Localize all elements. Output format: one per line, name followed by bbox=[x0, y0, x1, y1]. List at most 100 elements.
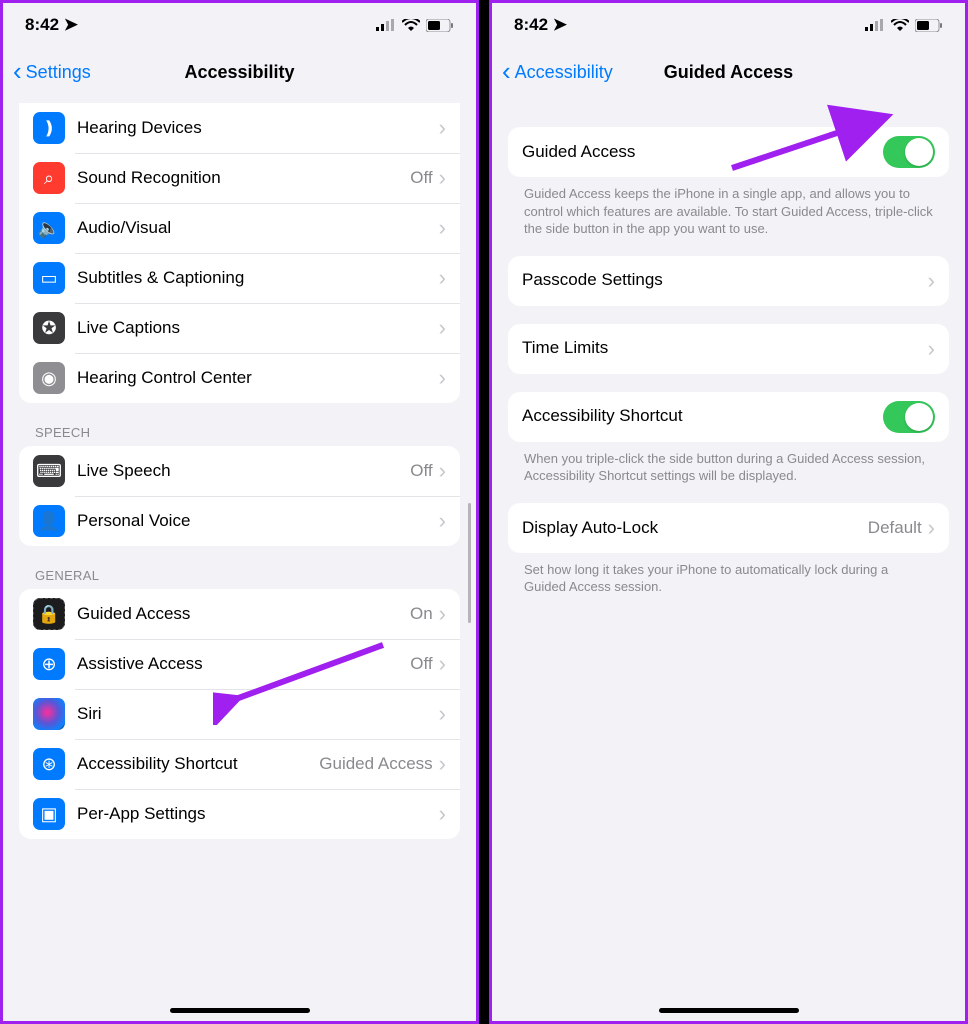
wifi-icon bbox=[891, 19, 909, 31]
row-assistive-access[interactable]: ⊕ Assistive Access Off › bbox=[19, 639, 460, 689]
row-label: Display Auto-Lock bbox=[522, 518, 868, 538]
row-value: Off bbox=[410, 461, 432, 481]
row-label: Accessibility Shortcut bbox=[522, 406, 883, 426]
status-icons bbox=[865, 19, 943, 32]
row-value: On bbox=[410, 604, 433, 624]
status-time: 8:42 ➤ bbox=[514, 15, 567, 35]
chevron-right-icon: › bbox=[439, 215, 446, 241]
page-title: Accessibility bbox=[184, 62, 294, 83]
waveform-search-icon: ⌕ bbox=[33, 162, 65, 194]
row-label: Hearing Devices bbox=[77, 118, 439, 138]
row-live-speech[interactable]: ⌨ Live Speech Off › bbox=[19, 446, 460, 496]
group-general: 🔒 Guided Access On › ⊕ Assistive Access … bbox=[19, 589, 460, 839]
right-phone: 8:42 ➤ ‹ Accessibility Guided Access Gui… bbox=[489, 0, 968, 1024]
nav-bar: ‹ Settings Accessibility bbox=[3, 47, 476, 97]
status-time: 8:42 ➤ bbox=[25, 15, 78, 35]
row-label: Guided Access bbox=[522, 142, 883, 162]
row-live-captions[interactable]: ✪ Live Captions › bbox=[19, 303, 460, 353]
row-personal-voice[interactable]: 👤 Personal Voice › bbox=[19, 496, 460, 546]
chevron-right-icon: › bbox=[439, 165, 446, 191]
live-caption-icon: ✪ bbox=[33, 312, 65, 344]
row-value: Off bbox=[410, 168, 432, 188]
row-accessibility-shortcut[interactable]: ⊛ Accessibility Shortcut Guided Access › bbox=[19, 739, 460, 789]
row-guided-access[interactable]: 🔒 Guided Access On › bbox=[19, 589, 460, 639]
section-header-speech: Speech bbox=[35, 425, 444, 440]
left-phone: 8:42 ➤ ‹ Settings Accessibility ❫ Hearin… bbox=[0, 0, 479, 1024]
cellular-icon bbox=[376, 19, 396, 31]
ear-icon: ❫ bbox=[33, 112, 65, 144]
row-display-auto-lock[interactable]: Display Auto-Lock Default › bbox=[508, 503, 949, 553]
scrollbar[interactable] bbox=[468, 503, 471, 623]
row-per-app-settings[interactable]: ▣ Per-App Settings › bbox=[19, 789, 460, 839]
row-label: Passcode Settings bbox=[522, 270, 928, 290]
group-hearing: ❫ Hearing Devices › ⌕ Sound Recognition … bbox=[19, 103, 460, 403]
home-indicator[interactable] bbox=[659, 1008, 799, 1013]
content-area[interactable]: ❫ Hearing Devices › ⌕ Sound Recognition … bbox=[3, 97, 476, 1021]
row-siri[interactable]: Siri › bbox=[19, 689, 460, 739]
nav-bar: ‹ Accessibility Guided Access bbox=[492, 47, 965, 97]
row-passcode-settings[interactable]: Passcode Settings › bbox=[508, 256, 949, 306]
control-center-icon: ◉ bbox=[33, 362, 65, 394]
content-area[interactable]: Guided Access Guided Access keeps the iP… bbox=[492, 97, 965, 1021]
row-accessibility-shortcut-toggle[interactable]: Accessibility Shortcut bbox=[508, 392, 949, 442]
row-label: Subtitles & Captioning bbox=[77, 268, 439, 288]
wifi-icon bbox=[402, 19, 420, 31]
row-audio-visual[interactable]: 🔈 Audio/Visual › bbox=[19, 203, 460, 253]
siri-icon bbox=[33, 698, 65, 730]
section-header-general: General bbox=[35, 568, 444, 583]
speaker-icon: 🔈 bbox=[33, 212, 65, 244]
row-sound-recognition[interactable]: ⌕ Sound Recognition Off › bbox=[19, 153, 460, 203]
group-passcode: Passcode Settings › bbox=[508, 256, 949, 306]
chevron-right-icon: › bbox=[439, 601, 446, 627]
app-grid-icon: ▣ bbox=[33, 798, 65, 830]
chevron-right-icon: › bbox=[439, 458, 446, 484]
row-label: Audio/Visual bbox=[77, 218, 439, 238]
row-hearing-devices[interactable]: ❫ Hearing Devices › bbox=[19, 103, 460, 153]
caption-icon: ▭ bbox=[33, 262, 65, 294]
footer-text: Set how long it takes your iPhone to aut… bbox=[508, 553, 949, 596]
row-label: Live Speech bbox=[77, 461, 410, 481]
chevron-right-icon: › bbox=[928, 268, 935, 294]
row-label: Hearing Control Center bbox=[77, 368, 439, 388]
chevron-left-icon: ‹ bbox=[502, 58, 511, 84]
status-icons bbox=[376, 19, 454, 32]
row-label: Assistive Access bbox=[77, 654, 410, 674]
toggle-switch[interactable] bbox=[883, 136, 935, 168]
chevron-right-icon: › bbox=[928, 336, 935, 362]
page-title: Guided Access bbox=[664, 62, 793, 83]
toggle-switch[interactable] bbox=[883, 401, 935, 433]
group-time-limits: Time Limits › bbox=[508, 324, 949, 374]
chevron-right-icon: › bbox=[439, 701, 446, 727]
back-label: Settings bbox=[26, 62, 91, 83]
assistive-icon: ⊕ bbox=[33, 648, 65, 680]
person-voice-icon: 👤 bbox=[33, 505, 65, 537]
back-button[interactable]: ‹ Accessibility bbox=[502, 59, 613, 85]
chevron-left-icon: ‹ bbox=[13, 58, 22, 84]
row-time-limits[interactable]: Time Limits › bbox=[508, 324, 949, 374]
chevron-right-icon: › bbox=[439, 265, 446, 291]
chevron-right-icon: › bbox=[439, 651, 446, 677]
chevron-right-icon: › bbox=[439, 801, 446, 827]
row-label: Guided Access bbox=[77, 604, 410, 624]
back-button[interactable]: ‹ Settings bbox=[13, 59, 91, 85]
group-speech: ⌨ Live Speech Off › 👤 Personal Voice › bbox=[19, 446, 460, 546]
keyboard-icon: ⌨ bbox=[33, 455, 65, 487]
group-main-toggle: Guided Access bbox=[508, 127, 949, 177]
group-autolock: Display Auto-Lock Default › bbox=[508, 503, 949, 553]
back-label: Accessibility bbox=[515, 62, 613, 83]
footer-text: Guided Access keeps the iPhone in a sing… bbox=[508, 177, 949, 238]
home-indicator[interactable] bbox=[170, 1008, 310, 1013]
row-label: Sound Recognition bbox=[77, 168, 410, 188]
chevron-right-icon: › bbox=[928, 515, 935, 541]
row-label: Per-App Settings bbox=[77, 804, 439, 824]
chevron-right-icon: › bbox=[439, 365, 446, 391]
row-hearing-control[interactable]: ◉ Hearing Control Center › bbox=[19, 353, 460, 403]
row-value: Default bbox=[868, 518, 922, 538]
battery-icon bbox=[426, 19, 454, 32]
group-shortcut: Accessibility Shortcut bbox=[508, 392, 949, 442]
row-guided-access-toggle[interactable]: Guided Access bbox=[508, 127, 949, 177]
row-subtitles[interactable]: ▭ Subtitles & Captioning › bbox=[19, 253, 460, 303]
row-label: Accessibility Shortcut bbox=[77, 754, 319, 774]
footer-text: When you triple-click the side button du… bbox=[508, 442, 949, 485]
cellular-icon bbox=[865, 19, 885, 31]
